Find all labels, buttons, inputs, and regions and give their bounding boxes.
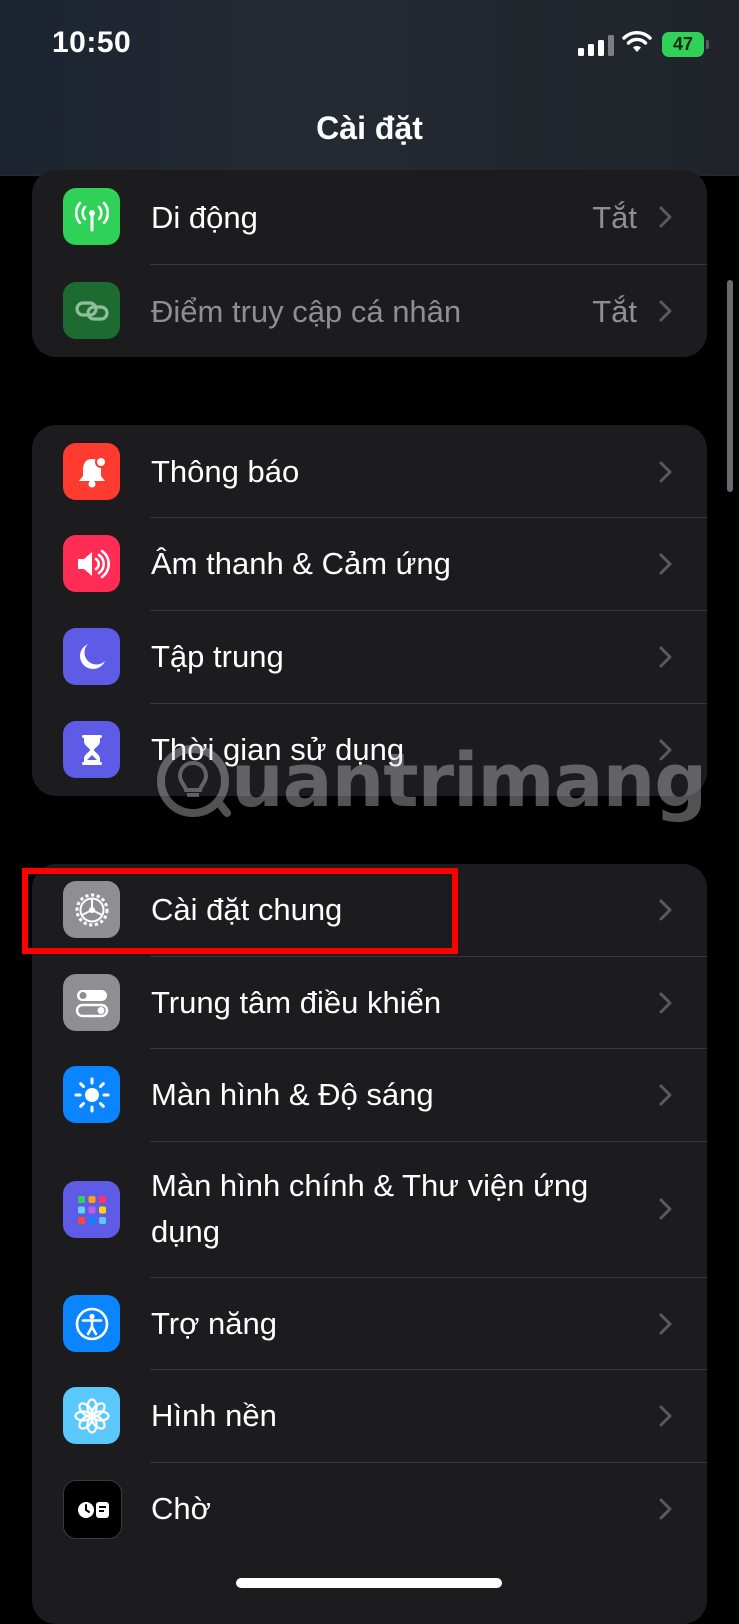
chevron-right-icon — [659, 1405, 672, 1427]
settings-row-control-center[interactable]: Trung tâm điều khiển — [32, 956, 707, 1049]
home-indicator[interactable] — [236, 1578, 502, 1588]
chevron-right-icon — [659, 1498, 672, 1520]
page-title: Cài đặt — [316, 110, 423, 146]
app-grid-icon — [63, 1181, 120, 1238]
sun-icon — [63, 1066, 120, 1123]
settings-row-accessibility[interactable]: Trợ năng — [32, 1277, 707, 1370]
row-value: Tắt — [592, 294, 637, 329]
chevron-right-icon — [659, 992, 672, 1014]
toggles-icon — [63, 974, 120, 1031]
wifi-icon — [622, 31, 652, 52]
settings-row-standby[interactable]: Chờ — [32, 1462, 707, 1555]
battery-level: 47 — [672, 34, 694, 54]
row-label: Màn hình chính & Thư viện ứng dụng — [151, 1168, 589, 1249]
row-label: Âm thanh & Cảm ứng — [151, 546, 451, 581]
row-label: Hình nền — [151, 1398, 277, 1433]
chevron-right-icon — [659, 553, 672, 575]
row-label: Di động — [151, 200, 258, 235]
row-label: Trợ năng — [151, 1306, 278, 1341]
row-label: Thông báo — [151, 454, 300, 489]
chevron-right-icon — [659, 1084, 672, 1106]
cellular-signal-icon — [578, 34, 614, 56]
settings-row-home-screen-app-library[interactable]: Màn hình chính & Thư viện ứng dụng — [32, 1141, 707, 1277]
settings-row-wallpaper[interactable]: Hình nền — [32, 1370, 707, 1462]
row-label: Trung tâm điều khiển — [151, 985, 442, 1020]
chevron-right-icon — [659, 739, 672, 761]
status-bar: 10:50 47 Cài đặt — [0, 0, 739, 176]
row-label: Tập trung — [151, 639, 284, 674]
settings-row-personal-hotspot[interactable]: Điểm truy cập cá nhân Tắt — [32, 264, 707, 357]
antenna-icon — [63, 188, 120, 245]
standby-icon — [63, 1480, 122, 1539]
flower-icon — [63, 1387, 120, 1444]
row-value: Tắt — [592, 200, 637, 235]
settings-row-screen-time[interactable]: Thời gian sử dụng — [32, 703, 707, 796]
row-label: Thời gian sử dụng — [151, 732, 405, 767]
accessibility-icon — [63, 1295, 120, 1352]
chevron-right-icon — [659, 300, 672, 322]
settings-row-notifications[interactable]: Thông báo — [32, 425, 707, 518]
chevron-right-icon — [659, 646, 672, 668]
settings-row-display-brightness[interactable]: Màn hình & Độ sáng — [32, 1049, 707, 1141]
row-label: Điểm truy cập cá nhân — [151, 294, 462, 329]
moon-icon — [63, 628, 120, 685]
row-label: Màn hình & Độ sáng — [151, 1077, 434, 1112]
status-time: 10:50 — [52, 26, 132, 59]
chevron-right-icon — [659, 461, 672, 483]
connectivity-group: Di động Tắt Điểm truy cập cá nhân Tắt — [32, 170, 707, 357]
scrollbar[interactable] — [727, 280, 733, 492]
battery-icon: 47 — [662, 32, 709, 57]
highlight-box — [22, 868, 458, 954]
speaker-icon — [63, 535, 120, 592]
settings-row-focus[interactable]: Tập trung — [32, 610, 707, 703]
settings-row-cellular[interactable]: Di động Tắt — [32, 170, 707, 264]
general-group: Cài đặt chung Trung tâm điều khiển Màn h… — [32, 864, 707, 1624]
bell-icon — [63, 443, 120, 500]
row-label: Chờ — [151, 1491, 211, 1526]
settings-row-sounds-haptics[interactable]: Âm thanh & Cảm ứng — [32, 518, 707, 610]
chevron-right-icon — [659, 206, 672, 228]
notifications-group: Thông báo Âm thanh & Cảm ứng Tập trung T… — [32, 425, 707, 796]
chevron-right-icon — [659, 899, 672, 921]
chevron-right-icon — [659, 1198, 672, 1220]
chevron-right-icon — [659, 1313, 672, 1335]
link-icon — [63, 282, 120, 339]
hourglass-icon — [63, 721, 120, 778]
